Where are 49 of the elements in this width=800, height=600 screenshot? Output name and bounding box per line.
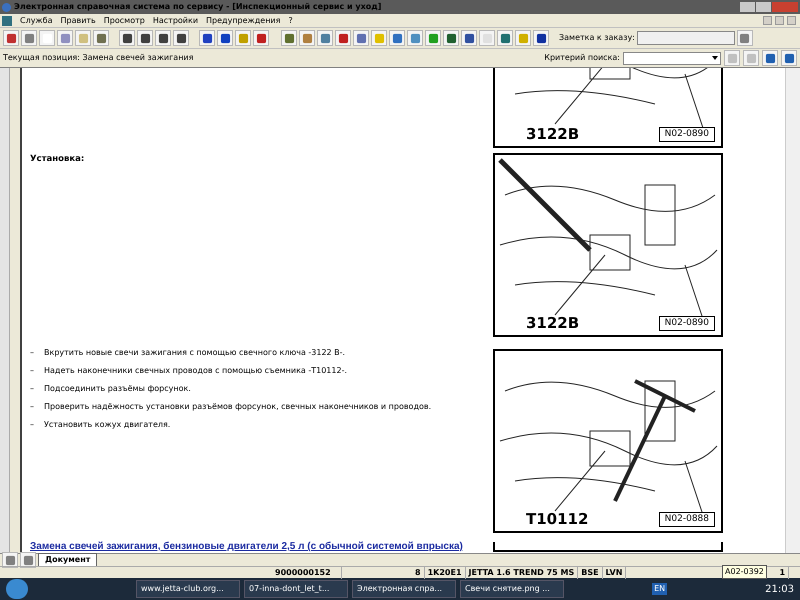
list-dash: – [30, 348, 34, 358]
menu-item[interactable]: Предупреждения [206, 14, 280, 26]
taskbar-item[interactable]: Электронная спра... [352, 580, 456, 598]
figure-code: N02-0888 [658, 512, 715, 527]
scrollbar[interactable] [785, 68, 800, 553]
close-button[interactable] [787, 16, 796, 25]
caret-icon [712, 56, 718, 60]
leader-line [554, 450, 606, 512]
taskbar-item[interactable]: Свечи снятие.png ... [460, 580, 564, 598]
window-title: Электронная справочная система по сервису - [Инспекционный сервис и уход] [14, 1, 382, 13]
tooltip: A02-0392 [722, 565, 767, 579]
minimize-button[interactable] [763, 16, 772, 25]
figure-code: N02-0890 [658, 316, 715, 331]
taskbar-item[interactable]: www.jetta-club.org... [136, 580, 240, 598]
section-heading: Установка: [30, 154, 86, 164]
leader-line [554, 254, 606, 316]
tool-label: 3122B [525, 127, 580, 142]
app-menu-icon[interactable] [2, 16, 12, 26]
order-note-field[interactable] [636, 31, 735, 45]
list-dash: – [30, 384, 34, 394]
start-button[interactable] [6, 579, 28, 599]
figure-code: N02-0890 [658, 127, 715, 142]
current-position: Текущая позиция: Замена свечей зажигания [3, 52, 194, 64]
menu-item[interactable]: Просмотр [104, 14, 145, 26]
menu-item[interactable]: Служба [20, 14, 52, 26]
tab[interactable]: Документ [38, 553, 98, 567]
instruction-step: Проверить надёжность установки разъёмов форсунок, свечных наконечников и проводов. [44, 402, 432, 412]
search-label: Критерий поиска: [544, 52, 620, 64]
order-note-label: Заметка к заказу: [559, 32, 635, 44]
list-dash: – [30, 420, 34, 430]
language-indicator[interactable]: EN [652, 583, 668, 595]
restore-button[interactable] [775, 16, 784, 25]
menu-item[interactable]: Настройки [152, 14, 198, 26]
list-dash: – [30, 402, 34, 412]
instruction-step: Вкрутить новые свечи зажигания с помощью свечного ключа -3122 B-. [44, 348, 346, 358]
instruction-step: Подсоединить разъёмы форсунок. [44, 384, 191, 394]
app-icon [2, 2, 11, 12]
clock: 21:03 [765, 582, 794, 596]
scrollbar[interactable] [0, 68, 10, 553]
section-link[interactable]: Замена свечей зажигания, бензиновые двигатели 2,5 л (с обычной системой впрыска) [30, 540, 497, 553]
menu-item[interactable]: ? [288, 14, 293, 26]
instruction-step: Надеть наконечники свечных проводов с помощью съемника -T10112-. [44, 366, 348, 376]
tool-label: 3122B [525, 316, 580, 331]
search-dropdown[interactable] [623, 52, 721, 64]
tool-label: T10112 [525, 512, 590, 527]
taskbar-item[interactable]: 07-inna-dont_let_t... [244, 580, 348, 598]
list-dash: – [30, 366, 34, 376]
instruction-step: Установить кожух двигателя. [44, 420, 170, 430]
menu-item[interactable]: Править [60, 14, 96, 26]
